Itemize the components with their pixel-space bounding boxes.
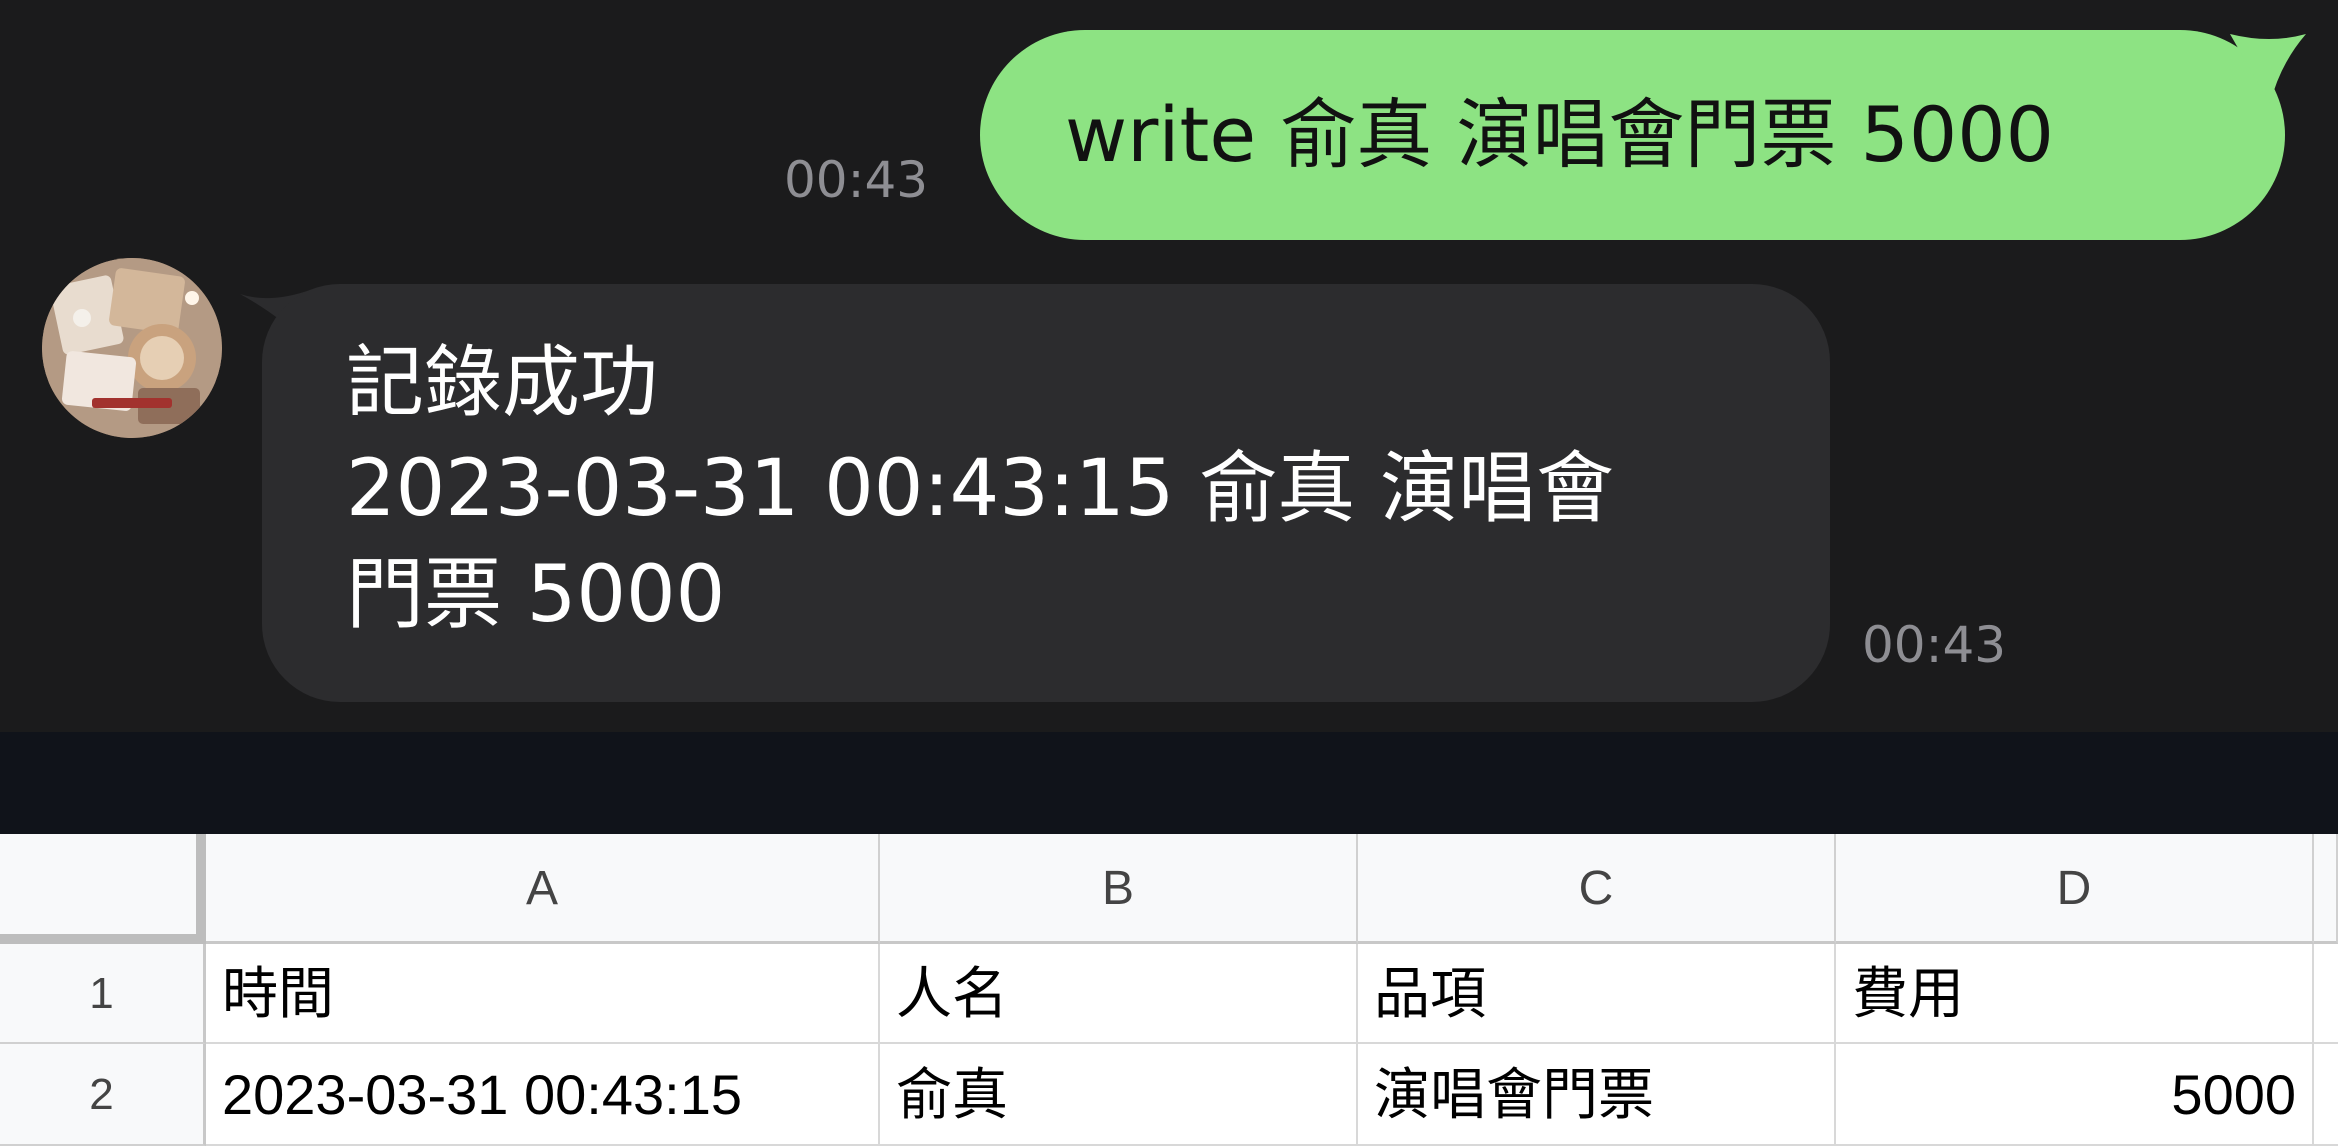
column-header-c[interactable]: C (1358, 834, 1836, 944)
chat-area[interactable]: 00:43 write 俞真 演唱會門票 5000 記錄成功 2023-03-3… (0, 0, 2338, 732)
outgoing-bubble-tail (2230, 34, 2306, 104)
column-header-e[interactable] (2314, 834, 2338, 944)
incoming-message-line: 記錄成功 (346, 338, 659, 428)
incoming-message-line: 2023-03-31 00:43:15 俞真 演唱會 (346, 444, 1614, 534)
avatar-image-icon (42, 258, 222, 438)
column-header-a[interactable]: A (206, 834, 880, 944)
column-header-b[interactable]: B (880, 834, 1358, 944)
cell-d2[interactable]: 5000 (1836, 1044, 2314, 1146)
outgoing-message-time: 00:43 (784, 151, 929, 209)
outgoing-message-text: write 俞真 演唱會門票 5000 (1065, 90, 2054, 179)
cell-e1[interactable] (2314, 944, 2338, 1044)
cell-a2[interactable]: 2023-03-31 00:43:15 (206, 1044, 880, 1146)
cell-d1[interactable]: 費用 (1836, 944, 2314, 1044)
incoming-message-bubble[interactable]: 記錄成功 2023-03-31 00:43:15 俞真 演唱會 門票 5000 (262, 284, 1830, 702)
bot-avatar[interactable] (42, 258, 222, 438)
spreadsheet-grid[interactable]: A B C D 1 時間 人名 品項 費用 2 2023-03-31 00:43… (0, 834, 2338, 1146)
row-header-1[interactable]: 1 (0, 944, 206, 1044)
cell-b1[interactable]: 人名 (880, 944, 1358, 1044)
divider-gap (0, 732, 2338, 834)
incoming-message-time: 00:43 (1862, 616, 2007, 674)
screenshot: 00:43 write 俞真 演唱會門票 5000 記錄成功 2023-03-3… (0, 0, 2338, 1146)
cell-e2[interactable] (2314, 1044, 2338, 1146)
cell-c1[interactable]: 品項 (1358, 944, 1836, 1044)
select-all-corner[interactable] (0, 834, 206, 944)
column-header-d[interactable]: D (1836, 834, 2314, 944)
cell-a1[interactable]: 時間 (206, 944, 880, 1044)
row-header-2[interactable]: 2 (0, 1044, 206, 1146)
outgoing-message-bubble[interactable]: write 俞真 演唱會門票 5000 (980, 30, 2285, 240)
cell-b2[interactable]: 俞真 (880, 1044, 1358, 1146)
incoming-message-line: 門票 5000 (346, 550, 726, 640)
cell-c2[interactable]: 演唱會門票 (1358, 1044, 1836, 1146)
